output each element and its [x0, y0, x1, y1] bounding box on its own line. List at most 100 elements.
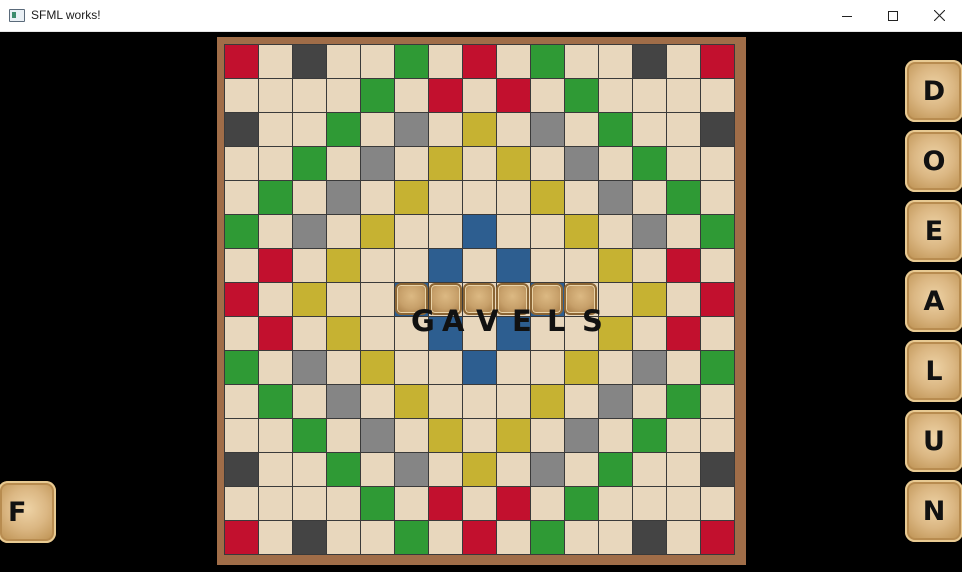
board-cell[interactable] [361, 521, 394, 554]
board-cell[interactable] [259, 79, 292, 112]
board-cell[interactable] [395, 385, 428, 418]
board-cell[interactable] [395, 147, 428, 180]
board-cell[interactable] [259, 317, 292, 350]
board-cell[interactable] [259, 521, 292, 554]
board-cell[interactable] [361, 487, 394, 520]
board-cell[interactable] [531, 79, 564, 112]
board-cell[interactable] [633, 79, 666, 112]
board-cell[interactable] [599, 351, 632, 384]
board-cell[interactable] [599, 419, 632, 452]
board-cell[interactable] [225, 45, 258, 78]
board-cell[interactable] [225, 113, 258, 146]
board-cell[interactable] [225, 487, 258, 520]
board-cell[interactable] [497, 249, 530, 282]
board-cell[interactable] [429, 113, 462, 146]
board-cell[interactable] [701, 215, 734, 248]
board-cell[interactable] [633, 113, 666, 146]
board-cell[interactable] [259, 249, 292, 282]
board-cell[interactable] [565, 419, 598, 452]
board-cell[interactable] [395, 453, 428, 486]
board-cell[interactable] [667, 317, 700, 350]
board-cell[interactable] [429, 79, 462, 112]
board-cell[interactable] [497, 45, 530, 78]
board-cell[interactable] [463, 521, 496, 554]
board-cell[interactable] [667, 45, 700, 78]
board-cell[interactable] [361, 385, 394, 418]
board-cell[interactable] [361, 79, 394, 112]
board-cell[interactable] [599, 79, 632, 112]
board-cell[interactable] [225, 249, 258, 282]
board-cell[interactable] [463, 113, 496, 146]
board-cell[interactable] [701, 45, 734, 78]
board-cell[interactable] [667, 351, 700, 384]
board-cell[interactable] [395, 351, 428, 384]
board-cell[interactable] [599, 385, 632, 418]
board-cell[interactable] [225, 521, 258, 554]
board-cell[interactable] [599, 181, 632, 214]
board-cell[interactable] [327, 45, 360, 78]
board-cell[interactable] [225, 317, 258, 350]
board-cell[interactable] [633, 283, 666, 316]
rack-tile[interactable]: O [905, 130, 962, 192]
board-cell[interactable] [293, 249, 326, 282]
board-cell[interactable] [497, 453, 530, 486]
board-cell[interactable] [361, 453, 394, 486]
board-cell[interactable] [225, 351, 258, 384]
board-cell[interactable] [497, 215, 530, 248]
board-cell[interactable] [633, 453, 666, 486]
board-cell[interactable] [429, 487, 462, 520]
rack-tile[interactable]: N [905, 480, 962, 542]
board-cell[interactable] [361, 419, 394, 452]
board-cell[interactable] [599, 113, 632, 146]
board-cell[interactable] [565, 147, 598, 180]
board-cell[interactable] [667, 113, 700, 146]
board-cell[interactable] [531, 181, 564, 214]
board-cell[interactable] [429, 249, 462, 282]
board-cell[interactable] [259, 113, 292, 146]
board-cell[interactable] [293, 113, 326, 146]
maximize-button[interactable] [870, 0, 916, 31]
board-cell[interactable] [463, 45, 496, 78]
board-cell[interactable] [327, 351, 360, 384]
board-cell[interactable] [667, 419, 700, 452]
board-cell[interactable] [565, 487, 598, 520]
board-cell[interactable] [225, 419, 258, 452]
board-cell[interactable] [395, 487, 428, 520]
board-cell[interactable] [497, 419, 530, 452]
board-cell[interactable] [293, 419, 326, 452]
board-cell[interactable] [327, 283, 360, 316]
board-cell[interactable] [565, 249, 598, 282]
board-cell[interactable] [429, 147, 462, 180]
board-cell[interactable] [565, 113, 598, 146]
board-cell[interactable] [667, 79, 700, 112]
board-cell[interactable] [463, 79, 496, 112]
board-cell[interactable] [667, 453, 700, 486]
board-cell[interactable] [497, 181, 530, 214]
board-cell[interactable] [701, 317, 734, 350]
board-cell[interactable] [259, 453, 292, 486]
board-cell[interactable] [327, 419, 360, 452]
board-cell[interactable] [667, 181, 700, 214]
board-cell[interactable] [225, 283, 258, 316]
board-cell[interactable] [293, 283, 326, 316]
board-cell[interactable] [531, 487, 564, 520]
rack-tile[interactable]: F [0, 481, 56, 543]
board-cell[interactable] [633, 351, 666, 384]
board-cell[interactable] [667, 249, 700, 282]
board-cell[interactable] [667, 521, 700, 554]
close-button[interactable] [916, 0, 962, 31]
board-cell[interactable] [225, 147, 258, 180]
board-cell[interactable] [701, 487, 734, 520]
board-cell[interactable] [293, 147, 326, 180]
board-cell[interactable] [701, 351, 734, 384]
board-cell[interactable] [599, 453, 632, 486]
rack-tile[interactable]: D [905, 60, 962, 122]
board-cell[interactable] [429, 351, 462, 384]
board-cell[interactable] [599, 215, 632, 248]
board-cell[interactable] [259, 147, 292, 180]
board-cell[interactable] [361, 113, 394, 146]
board-cell[interactable] [327, 113, 360, 146]
board-cell[interactable] [633, 249, 666, 282]
board-cell[interactable] [633, 521, 666, 554]
board-cell[interactable] [463, 385, 496, 418]
